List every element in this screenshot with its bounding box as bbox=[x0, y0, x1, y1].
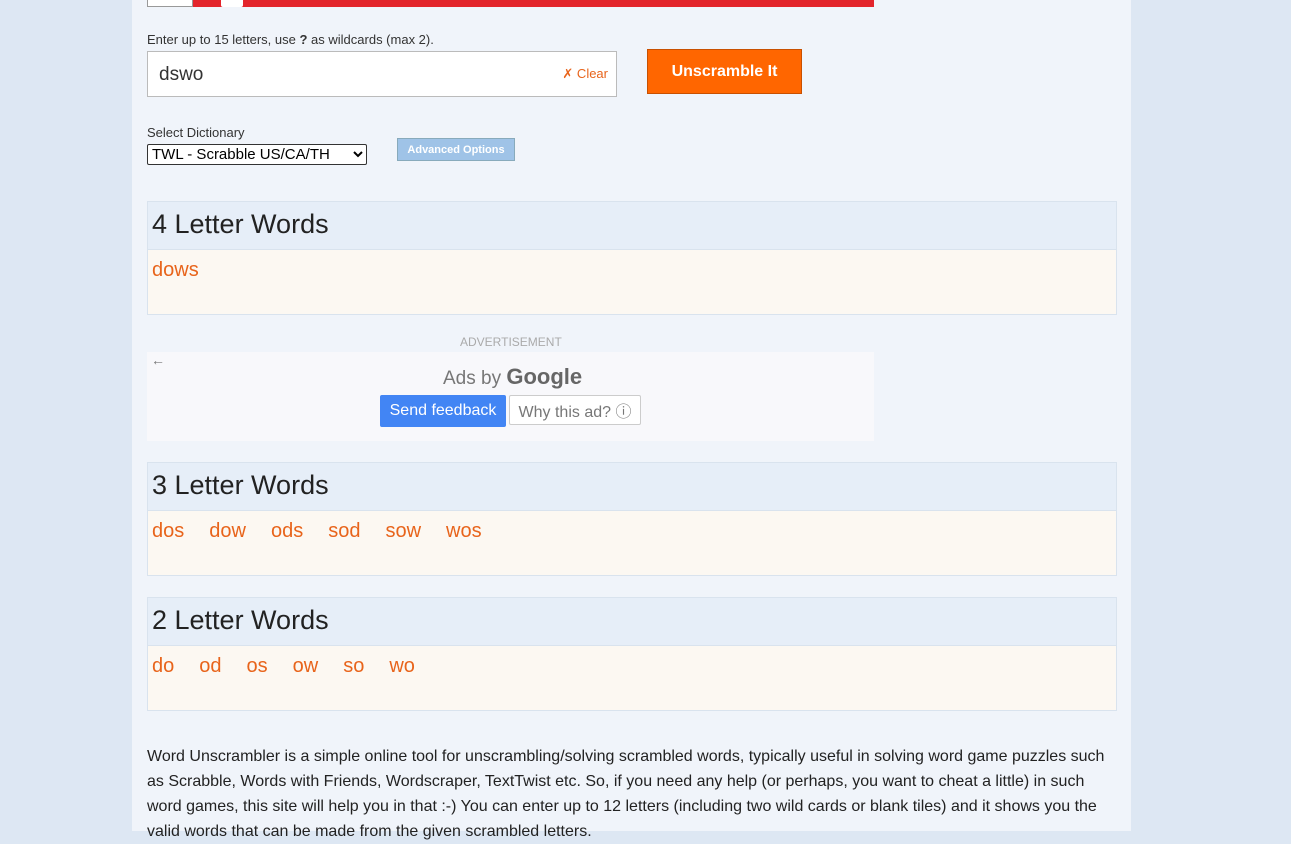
ads-by-text: Ads by bbox=[443, 368, 502, 389]
word-section-4: 4 Letter Words dows bbox=[147, 201, 1117, 315]
word-link[interactable]: dow bbox=[209, 520, 246, 543]
section-title: 3 Letter Words bbox=[148, 463, 1116, 511]
hint-text-suffix: as wildcards (max 2). bbox=[307, 32, 434, 47]
banner-icon bbox=[221, 0, 243, 7]
word-list: do od os ow so wo bbox=[148, 646, 1116, 710]
word-link[interactable]: do bbox=[152, 655, 174, 678]
word-link[interactable]: dos bbox=[152, 520, 184, 543]
word-link[interactable]: ow bbox=[293, 655, 319, 678]
main-content: Enter up to 15 letters, use ? as wildcar… bbox=[132, 0, 1131, 840]
banner-logo bbox=[147, 0, 193, 7]
word-link[interactable]: wo bbox=[389, 655, 415, 678]
word-link[interactable]: wos bbox=[446, 520, 482, 543]
word-section-3: 3 Letter Words dos dow ods sod sow wos bbox=[147, 462, 1117, 576]
advertisement-label: ADVERTISEMENT bbox=[460, 335, 562, 349]
word-link[interactable]: so bbox=[343, 655, 364, 678]
section-title: 2 Letter Words bbox=[148, 598, 1116, 646]
letters-input[interactable] bbox=[157, 61, 541, 89]
unscramble-button[interactable]: Unscramble It bbox=[647, 49, 802, 94]
letters-input-box: ✗ Clear bbox=[147, 51, 617, 97]
input-hint: Enter up to 15 letters, use ? as wildcar… bbox=[147, 32, 434, 47]
word-link[interactable]: ods bbox=[271, 520, 303, 543]
why-this-ad-button[interactable]: Why this ad? ⓘ bbox=[509, 395, 641, 425]
advanced-options-button[interactable]: Advanced Options bbox=[397, 138, 515, 161]
hint-text: Enter up to 15 letters, use bbox=[147, 32, 300, 47]
header-banner bbox=[147, 0, 874, 7]
word-link[interactable]: sod bbox=[328, 520, 360, 543]
dictionary-select[interactable]: TWL - Scrabble US/CA/TH bbox=[147, 144, 367, 165]
word-link[interactable]: dows bbox=[152, 259, 199, 282]
ad-box: ← Ads by Google Send feedback Why this a… bbox=[147, 352, 874, 441]
back-arrow-icon[interactable]: ← bbox=[151, 352, 165, 368]
section-title: 4 Letter Words bbox=[148, 202, 1116, 250]
word-list: dos dow ods sod sow wos bbox=[148, 511, 1116, 575]
word-list: dows bbox=[148, 250, 1116, 314]
ads-by-google: Ads by Google bbox=[443, 364, 582, 390]
site-description: Word Unscrambler is a simple online tool… bbox=[147, 748, 1105, 840]
word-section-2: 2 Letter Words do od os ow so wo bbox=[147, 597, 1117, 711]
word-link[interactable]: os bbox=[247, 655, 268, 678]
google-logo: Google bbox=[506, 364, 583, 389]
word-link[interactable]: od bbox=[199, 655, 221, 678]
send-feedback-button[interactable]: Send feedback bbox=[380, 395, 506, 427]
word-link[interactable]: sow bbox=[385, 520, 421, 543]
dictionary-label: Select Dictionary bbox=[147, 125, 245, 140]
clear-button[interactable]: ✗ Clear bbox=[562, 66, 608, 82]
